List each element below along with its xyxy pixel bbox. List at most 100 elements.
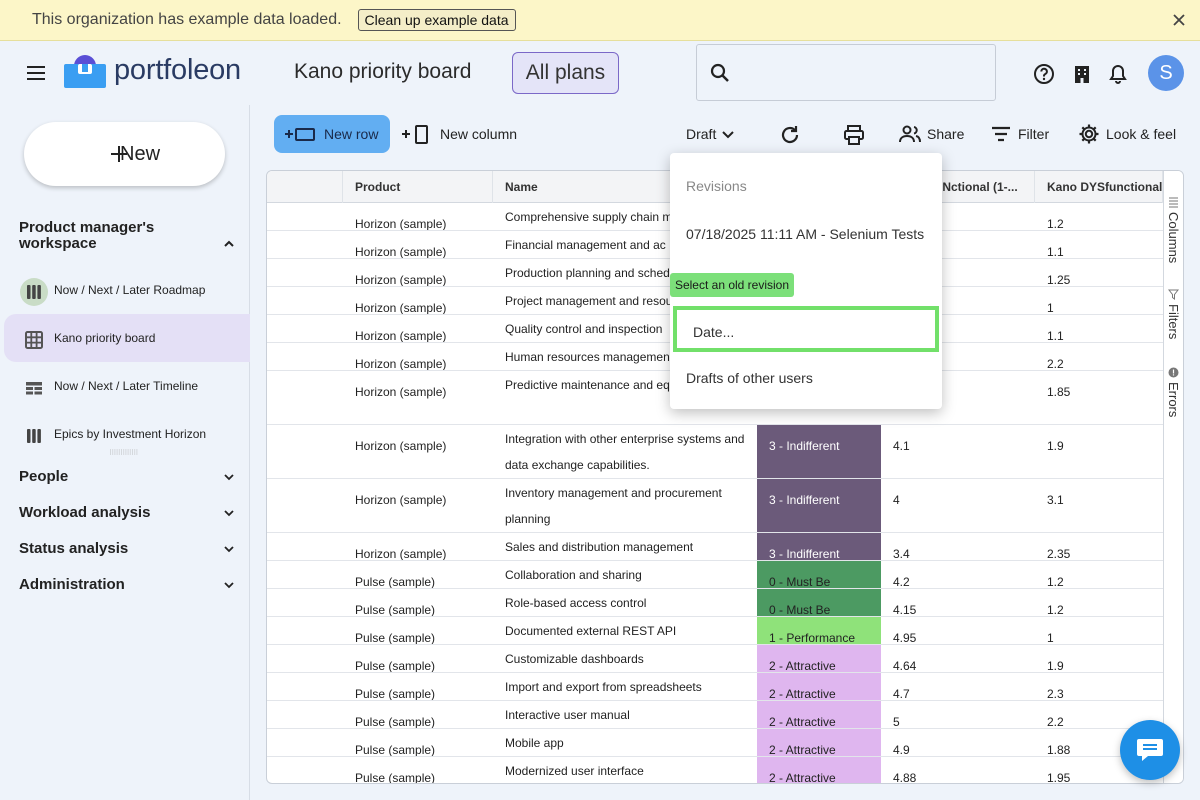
notifications-bell-icon[interactable] [1107, 63, 1129, 85]
section-status-analysis[interactable]: Status analysis [19, 540, 239, 557]
name-cell[interactable]: Mobile app [493, 729, 757, 756]
kano-category-cell[interactable]: 3 - Indifferent [757, 479, 881, 532]
kano-dysfunctional-cell[interactable]: 1 [1035, 617, 1163, 644]
chat-button[interactable] [1120, 720, 1180, 780]
drafts-of-other-users-item[interactable]: Drafts of other users [686, 370, 813, 386]
name-cell[interactable]: Interactive user manual [493, 701, 757, 728]
new-column-button[interactable]: New column [402, 124, 517, 144]
kano-dysfunctional-cell[interactable]: 1.9 [1035, 425, 1163, 478]
kano-dysfunctional-cell[interactable]: 3.1 [1035, 479, 1163, 532]
product-cell[interactable]: Horizon (sample) [343, 371, 493, 424]
product-cell[interactable]: Pulse (sample) [343, 589, 493, 616]
row-handle-cell[interactable] [267, 589, 343, 616]
refresh-icon[interactable] [779, 124, 801, 146]
table-row[interactable]: Pulse (sample) Interactive user manual 2 -… [267, 701, 1163, 729]
kano-dysfunctional-cell[interactable]: 2.3 [1035, 673, 1163, 700]
errors-panel-toggle[interactable]: Errors [1166, 367, 1181, 417]
kano-category-cell[interactable]: 2 - Attractive [757, 673, 881, 700]
new-row-button[interactable]: New row [274, 115, 390, 153]
product-cell[interactable]: Horizon (sample) [343, 259, 493, 286]
print-icon[interactable] [843, 124, 865, 146]
kano-functional-cell[interactable]: 4.15 [881, 589, 1035, 616]
help-icon[interactable] [1033, 63, 1055, 85]
name-cell[interactable]: Inventory management and procurement pla… [493, 479, 757, 532]
kano-category-cell[interactable]: 0 - Must Be [757, 589, 881, 616]
name-cell[interactable]: Role-based access control [493, 589, 757, 616]
kano-category-cell[interactable]: 3 - Indifferent [757, 425, 881, 478]
table-row[interactable]: Pulse (sample) Documented external REST A… [267, 617, 1163, 645]
product-cell[interactable]: Horizon (sample) [343, 287, 493, 314]
header-kano-dysfunctional[interactable]: Kano DYSfunctional (1- [1035, 171, 1163, 203]
kano-functional-cell[interactable]: 4.7 [881, 673, 1035, 700]
close-icon[interactable] [1170, 11, 1188, 29]
row-handle-cell[interactable] [267, 259, 343, 286]
table-row[interactable]: Pulse (sample) Import and export from spr… [267, 673, 1163, 701]
table-row[interactable]: Pulse (sample) Mobile app 2 - Attractive 4.… [267, 729, 1163, 757]
table-row[interactable]: Horizon (sample) Integration with other e… [267, 425, 1163, 479]
row-handle-cell[interactable] [267, 479, 343, 532]
name-cell[interactable]: Integration with other enterprise system… [493, 425, 757, 478]
header-product[interactable]: Product [343, 171, 493, 203]
row-handle-cell[interactable] [267, 561, 343, 588]
kano-functional-cell[interactable]: 4.9 [881, 729, 1035, 756]
sidebar-item-now-next-later-timeline[interactable]: Now / Next / Later Timeline [4, 362, 250, 410]
product-cell[interactable]: Horizon (sample) [343, 315, 493, 342]
row-handle-cell[interactable] [267, 673, 343, 700]
name-cell[interactable]: Customizable dashboards [493, 645, 757, 672]
kano-functional-cell[interactable]: 5 [881, 701, 1035, 728]
chevron-up-icon[interactable] [222, 237, 236, 251]
name-cell[interactable]: Import and export from spreadsheets [493, 673, 757, 700]
product-cell[interactable]: Horizon (sample) [343, 425, 493, 478]
row-handle-cell[interactable] [267, 371, 343, 424]
kano-dysfunctional-cell[interactable]: 2.35 [1035, 533, 1163, 560]
table-row[interactable]: Horizon (sample) Inventory management and… [267, 479, 1163, 533]
table-row[interactable]: Pulse (sample) Modernized user interface 2… [267, 757, 1163, 783]
draft-dropdown-button[interactable]: Draft [686, 124, 736, 144]
resize-handle-icon[interactable] [108, 449, 140, 455]
row-handle-cell[interactable] [267, 757, 343, 783]
kano-category-cell[interactable]: 2 - Attractive [757, 729, 881, 756]
kano-category-cell[interactable]: 3 - Indifferent [757, 533, 881, 560]
kano-functional-cell[interactable]: 4.1 [881, 425, 1035, 478]
product-cell[interactable]: Horizon (sample) [343, 231, 493, 258]
product-cell[interactable]: Horizon (sample) [343, 203, 493, 230]
table-row[interactable]: Pulse (sample) Customizable dashboards 2 -… [267, 645, 1163, 673]
kano-dysfunctional-cell[interactable]: 1.1 [1035, 231, 1163, 258]
header-cell-blank[interactable] [267, 171, 343, 203]
sidebar-item-kano-priority-board[interactable]: Kano priority board [4, 314, 250, 362]
kano-category-cell[interactable]: 2 - Attractive [757, 701, 881, 728]
hamburger-menu-icon[interactable] [24, 61, 48, 85]
product-cell[interactable]: Pulse (sample) [343, 617, 493, 644]
row-handle-cell[interactable] [267, 287, 343, 314]
clean-up-example-data-button[interactable]: Clean up example data [357, 9, 516, 31]
table-row[interactable]: Horizon (sample) Sales and distribution m… [267, 533, 1163, 561]
kano-category-cell[interactable]: 2 - Attractive [757, 645, 881, 672]
product-cell[interactable]: Pulse (sample) [343, 645, 493, 672]
kano-dysfunctional-cell[interactable]: 2.2 [1035, 343, 1163, 370]
user-avatar[interactable]: S [1148, 55, 1184, 91]
row-handle-cell[interactable] [267, 533, 343, 560]
workspace-title[interactable]: Product manager's workspace [19, 220, 189, 252]
kano-category-cell[interactable]: 2 - Attractive [757, 757, 881, 783]
name-cell[interactable]: Collaboration and sharing [493, 561, 757, 588]
kano-dysfunctional-cell[interactable]: 1.2 [1035, 561, 1163, 588]
row-handle-cell[interactable] [267, 729, 343, 756]
product-cell[interactable]: Pulse (sample) [343, 701, 493, 728]
kano-functional-cell[interactable]: 4.95 [881, 617, 1035, 644]
product-cell[interactable]: Horizon (sample) [343, 343, 493, 370]
share-button[interactable]: Share [899, 124, 964, 144]
building-icon[interactable] [1071, 63, 1093, 85]
table-row[interactable]: Pulse (sample) Role-based access control 0… [267, 589, 1163, 617]
kano-functional-cell[interactable]: 4.88 [881, 757, 1035, 783]
kano-dysfunctional-cell[interactable]: 1.85 [1035, 371, 1163, 424]
search-input[interactable] [696, 44, 996, 101]
filters-panel-toggle[interactable]: Filters [1166, 289, 1181, 339]
kano-dysfunctional-cell[interactable]: 1.2 [1035, 203, 1163, 230]
row-handle-cell[interactable] [267, 617, 343, 644]
kano-dysfunctional-cell[interactable]: 1.2 [1035, 589, 1163, 616]
kano-dysfunctional-cell[interactable]: 1.9 [1035, 645, 1163, 672]
product-cell[interactable]: Horizon (sample) [343, 479, 493, 532]
portfoleon-logo[interactable]: portfoleon [64, 49, 250, 91]
look-and-feel-button[interactable]: Look & feel [1078, 124, 1176, 144]
revision-item[interactable]: 07/18/2025 11:11 AM - Selenium Tests [686, 226, 924, 242]
